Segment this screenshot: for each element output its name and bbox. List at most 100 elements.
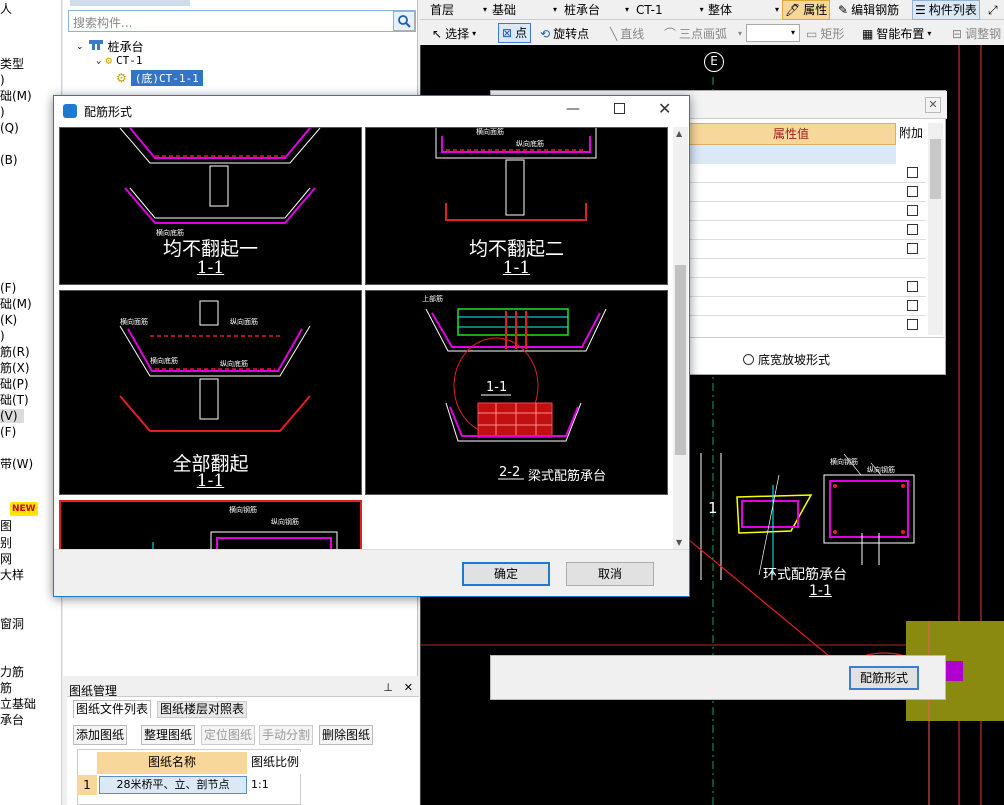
line-tool[interactable]: ╲ 直线: [610, 24, 644, 44]
nav-item[interactable]: 筋: [0, 681, 12, 695]
radio-bottom-slope[interactable]: 底宽放坡形式: [743, 351, 830, 368]
cancel-button[interactable]: 取消: [566, 562, 654, 586]
search-box[interactable]: 搜索构件...: [68, 10, 416, 32]
drawing-scale-cell[interactable]: 1:1: [251, 776, 299, 794]
tree-child-label: CT-1: [116, 54, 143, 67]
ok-button[interactable]: 确定: [462, 562, 550, 586]
drawing-manager-panel: 图纸管理 ⊥ ✕ 图纸文件列表 图纸楼层对照表 添加图纸 整理图纸 定位图纸 手…: [67, 681, 419, 805]
adjust-rebar-tool[interactable]: ⊟ 调整钢: [952, 24, 1001, 44]
nav-item[interactable]: 础(M): [0, 89, 32, 103]
app-icon: [63, 104, 77, 118]
checkbox[interactable]: [907, 243, 918, 254]
member-list-button[interactable]: ☰ 构件列表: [912, 0, 980, 20]
nav-item[interactable]: ): [0, 329, 5, 343]
drawing-manager-header: 图纸管理 ⊥ ✕: [67, 681, 419, 698]
nav-item[interactable]: 础(P): [0, 377, 29, 391]
nav-item[interactable]: 网: [0, 552, 12, 566]
drawing-name-cell[interactable]: 28米桥平、立、剖节点: [99, 776, 247, 794]
tab-file-list[interactable]: 图纸文件列表: [73, 700, 152, 718]
add-drawing-button[interactable]: 添加图纸: [73, 725, 128, 745]
checkbox[interactable]: [907, 167, 918, 178]
rebar-form-button[interactable]: 配筋形式: [849, 666, 919, 690]
nav-item[interactable]: 类型: [0, 57, 24, 71]
pin-icon[interactable]: ⊥: [383, 681, 393, 694]
nav-item[interactable]: (F): [0, 425, 16, 439]
nav-item[interactable]: (Q): [0, 121, 19, 135]
nav-item[interactable]: 筋(X): [0, 361, 30, 375]
organize-drawing-button[interactable]: 整理图纸: [141, 725, 196, 745]
edit-rebar-button[interactable]: ✎ 编辑钢筋: [838, 0, 899, 20]
tree-node-root[interactable]: ⌄ 桩承台: [76, 38, 144, 55]
nav-item[interactable]: 础(M): [0, 297, 32, 311]
property-scrollbar[interactable]: [928, 123, 943, 335]
nav-item[interactable]: (F): [0, 281, 16, 295]
nav-item[interactable]: 人: [0, 2, 12, 16]
tree-node-leaf[interactable]: ⚙ (底)CT-1-1: [116, 70, 203, 86]
nav-item[interactable]: (B): [0, 153, 18, 167]
selected-row[interactable]: [686, 145, 896, 164]
pin-icon[interactable]: ⤢: [988, 0, 998, 20]
search-input[interactable]: 搜索构件...: [73, 14, 132, 31]
type-select[interactable]: 桩承台 ▾: [564, 0, 629, 20]
edit-rebar-icon: ✎: [838, 3, 849, 17]
name-select[interactable]: CT-1 ▾: [636, 0, 704, 20]
nav-item[interactable]: ): [0, 73, 5, 87]
ring-section-label: 1-1: [809, 583, 832, 599]
point-tool[interactable]: ⊠ 点: [498, 23, 532, 43]
attr-button[interactable]: 🖊 属性: [782, 0, 831, 20]
collapse-icon[interactable]: ⌄: [76, 42, 84, 52]
nav-item[interactable]: 大样: [0, 568, 24, 582]
checkbox[interactable]: [907, 319, 918, 330]
tile-no-bend-1[interactable]: 横向底筋 均不翻起一 1-1: [59, 127, 362, 285]
property-rows[interactable]: [686, 164, 926, 334]
checkbox[interactable]: [907, 224, 918, 235]
close-icon[interactable]: ✕: [658, 99, 671, 118]
minimize-icon[interactable]: —: [566, 101, 580, 117]
checkbox[interactable]: [907, 300, 918, 311]
checkbox[interactable]: [907, 281, 918, 292]
nav-item[interactable]: 图: [0, 519, 12, 533]
tile-no-bend-2[interactable]: 横向面筋 纵向底筋 均不翻起二 1-1: [365, 127, 668, 285]
nav-item[interactable]: 筋(R): [0, 345, 30, 359]
tile-beam-rebar-cap[interactable]: 上部筋 1-1 2-2 梁式配筋承台: [365, 290, 668, 495]
floor-select[interactable]: 首层 ▾: [430, 0, 487, 20]
tab-floor-mapping[interactable]: 图纸楼层对照表: [157, 701, 248, 718]
rect-tool[interactable]: ▭ 矩形: [806, 24, 844, 44]
close-icon[interactable]: ✕: [404, 681, 413, 694]
close-icon[interactable]: ✕: [925, 97, 941, 113]
select-tool[interactable]: ↖ 选择 ▾: [432, 24, 476, 44]
nav-item-selected[interactable]: (V): [0, 409, 24, 423]
manual-split-button[interactable]: 手动分割: [259, 725, 314, 745]
dialog-title: 配筋形式: [84, 105, 133, 119]
radio-icon[interactable]: [743, 354, 754, 365]
nav-item[interactable]: 窗洞: [0, 617, 24, 631]
search-icon[interactable]: [393, 11, 415, 31]
nav-item[interactable]: 别: [0, 536, 12, 550]
nav-item[interactable]: 立基础: [0, 697, 36, 711]
nav-item[interactable]: 础(T): [0, 393, 29, 407]
nav-item[interactable]: 力筋: [0, 665, 24, 679]
nav-item[interactable]: (K): [0, 313, 17, 327]
category-select[interactable]: 基础 ▾: [492, 0, 557, 20]
nav-item[interactable]: 承台: [0, 713, 24, 727]
tile-section-sub: 1-1: [486, 380, 507, 395]
arc-tool[interactable]: ⌒ 三点画弧 ▾: [664, 24, 742, 44]
nav-item[interactable]: ): [0, 105, 5, 119]
rebar-form-bar: 配筋形式: [490, 655, 946, 700]
tile-all-bend[interactable]: 横向面筋 纵向面筋 横向底筋 纵向底筋 全部翻起 1-1: [59, 290, 362, 495]
maximize-icon[interactable]: [614, 103, 625, 114]
checkbox[interactable]: [907, 205, 918, 216]
nav-item[interactable]: 带(W): [0, 457, 33, 471]
locate-drawing-button[interactable]: 定位图纸: [201, 725, 256, 745]
tree-node-ct1[interactable]: ⌄ ⚙ CT-1: [96, 54, 143, 67]
delete-drawing-button[interactable]: 删除图纸: [319, 725, 374, 745]
scope-select[interactable]: 整体 ▾: [708, 0, 779, 20]
shape-select[interactable]: ▾: [746, 24, 800, 42]
collapse-icon[interactable]: ⌄: [96, 56, 101, 66]
checkbox[interactable]: [907, 186, 918, 197]
rotate-point-tool[interactable]: ⟲ 旋转点: [540, 24, 589, 44]
smart-icon: ▦: [862, 27, 874, 41]
tile-selected[interactable]: 横向钢筋 纵向钢筋: [59, 500, 362, 549]
gallery-scrollbar[interactable]: ▲ ▼: [673, 127, 688, 549]
smart-layout-tool[interactable]: ▦ 智能布置 ▾: [862, 24, 931, 44]
